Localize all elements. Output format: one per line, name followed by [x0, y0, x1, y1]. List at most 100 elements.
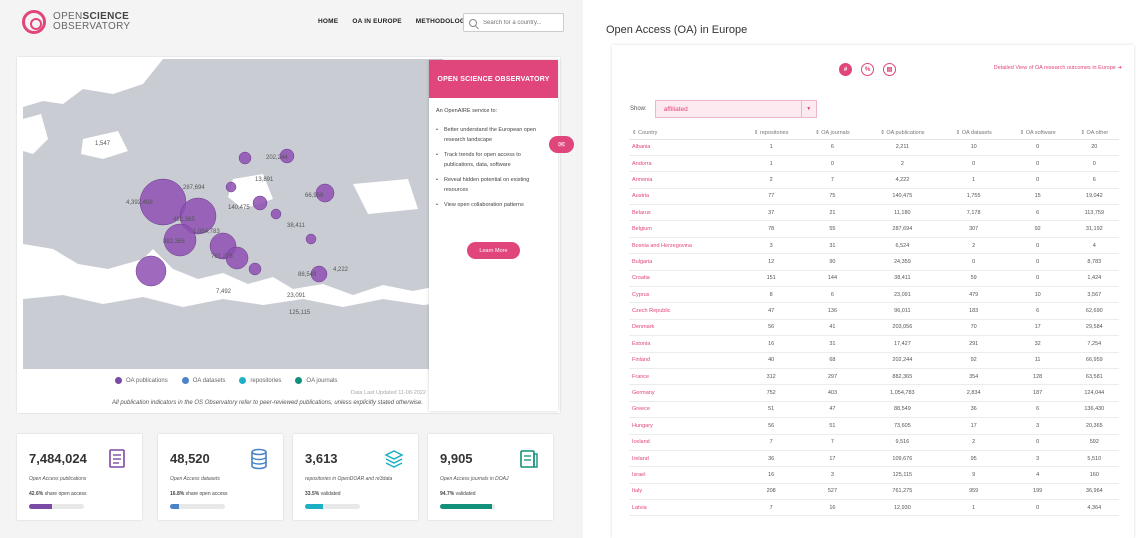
- column-header[interactable]: ⇕ OA software: [1005, 127, 1070, 140]
- legend-oa-publications[interactable]: OA publications: [115, 377, 168, 384]
- table-row: Belarus 37 21 11,180 7,178 6 113,759: [629, 204, 1119, 222]
- country-link[interactable]: Czech Republic: [629, 302, 741, 320]
- show-select[interactable]: affiliated ▼: [654, 100, 817, 118]
- table-cell: 17: [941, 417, 1006, 435]
- logo[interactable]: OPENSCIENCE OBSERVATORY: [22, 10, 130, 34]
- country-link[interactable]: Hungary: [629, 417, 741, 435]
- disclaimer-text: All publication indicators in the OS Obs…: [112, 400, 424, 406]
- table-cell: 3: [801, 466, 864, 484]
- table-row: Czech Republic 47 136 96,011 183 6 62,690: [629, 302, 1119, 320]
- country-link[interactable]: Bosnia and Herzegovina: [629, 237, 741, 255]
- stat-share-text: share open access: [44, 491, 87, 497]
- country-link[interactable]: Cyprus: [629, 286, 741, 304]
- info-item: Track trends for open access to publicat…: [436, 150, 551, 170]
- europe-map[interactable]: 1,547 4,392,468 482,365 1,054,783 882,36…: [23, 59, 443, 369]
- database-icon: [251, 448, 267, 470]
- table-body: Albania 1 6 2,211 10 0 20 Andorra 1 0 2 0 0 0 Armenia 2…: [629, 139, 1119, 517]
- table-cell: 752: [740, 384, 802, 402]
- table-cell: 7: [801, 434, 864, 451]
- nav-oa-in-europe[interactable]: OA IN EUROPE: [352, 18, 401, 25]
- stat-share-text: validated: [455, 491, 476, 497]
- table-row: Estonia 16 31 17,427 291 32 7,254: [629, 335, 1119, 353]
- map-label-belgium: 287,694: [183, 185, 205, 191]
- legend-label: OA datasets: [192, 377, 226, 384]
- table-cell: 70: [941, 319, 1006, 337]
- search-input[interactable]: [483, 19, 563, 26]
- table-row: Ireland 36 17 109,676 95 3 5,510: [629, 450, 1119, 468]
- table-cell: 0: [1005, 139, 1070, 156]
- chart-view-button[interactable]: ▤: [883, 63, 896, 76]
- map-label-israel: 125,115: [289, 310, 311, 316]
- table-cell: 203,056: [863, 319, 942, 337]
- country-link[interactable]: Austria: [629, 188, 741, 206]
- table-cell: 47: [801, 401, 864, 419]
- table-cell: 0: [1005, 270, 1070, 288]
- country-link[interactable]: Greece: [629, 401, 741, 419]
- map-legend: OA publications OA datasets repositories…: [115, 377, 337, 384]
- stat-value: 9,905: [440, 451, 473, 466]
- table-cell: 75: [801, 188, 864, 206]
- nav-methodology[interactable]: METHODOLOGY: [416, 18, 470, 25]
- stat-value: 3,613: [305, 451, 338, 466]
- table-cell: 8,783: [1069, 253, 1119, 271]
- country-link[interactable]: Ireland: [629, 450, 741, 468]
- table-cell: 403: [801, 384, 864, 402]
- legend-oa-datasets[interactable]: OA datasets: [181, 377, 226, 384]
- table-cell: 95: [941, 450, 1006, 468]
- country-link[interactable]: Andorra: [629, 155, 741, 173]
- table-cell: 187: [1005, 384, 1070, 402]
- country-link[interactable]: Finland: [629, 352, 741, 369]
- table-cell: 312: [740, 368, 802, 386]
- table-view-button[interactable]: #: [839, 63, 852, 76]
- table-cell: 77: [740, 188, 802, 206]
- oa-table: ⇕ Country ⇕ repositories ⇕ OA journals ⇕ OA…: [629, 127, 1119, 517]
- country-link[interactable]: Armenia: [629, 171, 741, 189]
- stat-card-datasets: 48,520 Open Access datasets 16.8% share …: [158, 434, 283, 520]
- progress-bar: [170, 504, 225, 509]
- map-label-austria: 140,475: [228, 205, 250, 211]
- country-link[interactable]: Bulgaria: [629, 253, 741, 271]
- country-link[interactable]: Albania: [629, 139, 741, 156]
- country-link[interactable]: Israel: [629, 466, 741, 484]
- country-link[interactable]: Italy: [629, 483, 741, 501]
- column-header[interactable]: ⇕ OA publications: [863, 127, 942, 140]
- country-link[interactable]: Denmark: [629, 319, 741, 337]
- table-cell: 31,192: [1069, 220, 1119, 238]
- table-cell: 96,011: [863, 302, 942, 320]
- search-box[interactable]: [463, 13, 564, 32]
- table-cell: 2,834: [941, 384, 1006, 402]
- mail-button[interactable]: ✉: [549, 136, 574, 153]
- table-cell: 0: [1005, 155, 1070, 173]
- column-header[interactable]: ⇕ repositories: [740, 127, 802, 140]
- table-header: ⇕ Country ⇕ repositories ⇕ OA journals ⇕ OA…: [629, 127, 1119, 140]
- country-link[interactable]: Germany: [629, 384, 741, 402]
- column-header[interactable]: ⇕ OA other: [1069, 127, 1119, 140]
- country-link[interactable]: Belarus: [629, 204, 741, 222]
- column-header[interactable]: ⇕ OA datasets: [941, 127, 1006, 140]
- legend-repositories[interactable]: repositories: [239, 377, 281, 384]
- column-header[interactable]: ⇕ Country: [629, 127, 741, 140]
- country-link[interactable]: Latvia: [629, 499, 741, 517]
- show-select-value: affiliated: [663, 105, 688, 113]
- learn-more-button[interactable]: Learn More: [467, 242, 520, 259]
- legend-oa-journals[interactable]: OA journals: [295, 377, 337, 384]
- stat-share-text: validated: [320, 491, 341, 497]
- hash-icon: #: [843, 66, 848, 73]
- map-view-button[interactable]: %: [861, 63, 874, 76]
- info-box: OPEN SCIENCE OBSERVATORY An OpenAIRE ser…: [429, 60, 558, 411]
- country-link[interactable]: Belgium: [629, 220, 741, 238]
- country-link[interactable]: Croatia: [629, 270, 741, 288]
- country-link[interactable]: Iceland: [629, 434, 741, 451]
- nav-home[interactable]: HOME: [318, 18, 338, 25]
- table-cell: 47: [740, 302, 802, 320]
- table-cell: 56: [740, 319, 802, 337]
- observatory-home: OPENSCIENCE OBSERVATORY HOME OA IN EUROP…: [0, 0, 583, 538]
- table-cell: 1: [941, 171, 1006, 189]
- table-row: Armenia 2 7 4,222 1 0 6: [629, 171, 1119, 189]
- country-link[interactable]: France: [629, 368, 741, 386]
- column-header[interactable]: ⇕ OA journals: [801, 127, 864, 140]
- detailed-view-link[interactable]: Detailed View of OA research outcomes in…: [994, 65, 1122, 71]
- stat-share-pct: 94.7%: [440, 491, 455, 497]
- stat-label: repositories in OpenDOAR and re3data: [305, 476, 393, 482]
- country-link[interactable]: Estonia: [629, 335, 741, 353]
